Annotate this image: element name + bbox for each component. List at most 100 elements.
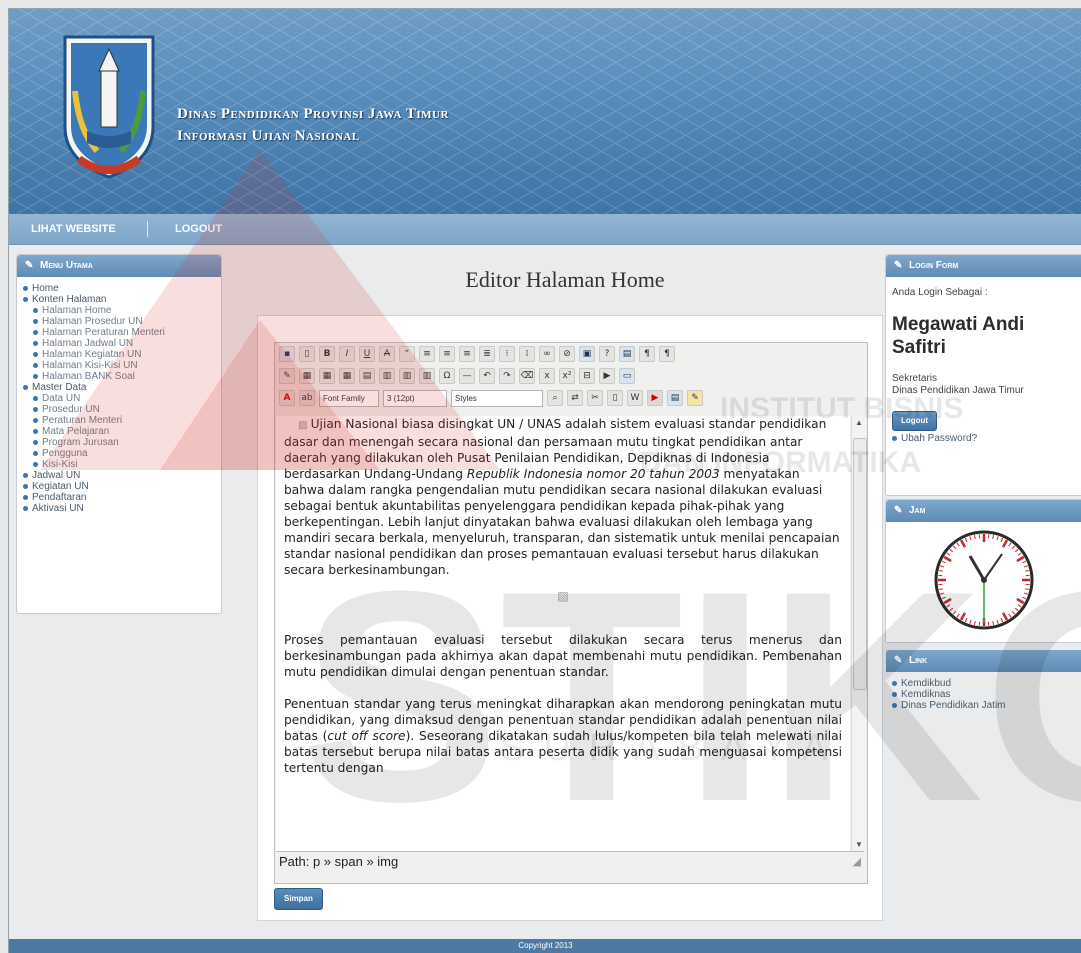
- page-title: Editor Halaman Home: [249, 267, 881, 293]
- cleanup-icon[interactable]: ⌫: [519, 368, 535, 384]
- font-family-select[interactable]: Font Family: [319, 390, 379, 407]
- html-icon[interactable]: ▤: [667, 390, 683, 406]
- menu-item[interactable]: Pengguna: [33, 448, 221, 459]
- row-props-icon[interactable]: ▦: [319, 368, 335, 384]
- save-icon[interactable]: ▪: [279, 346, 295, 362]
- menu-item[interactable]: Halaman Peraturan Menteri: [33, 327, 221, 338]
- bold-icon[interactable]: B: [319, 346, 335, 362]
- paragraph-3-italic: cut off score: [327, 729, 405, 743]
- menu-item[interactable]: Halaman Prosedur UN: [33, 316, 221, 327]
- cell-props-icon[interactable]: ▦: [339, 368, 355, 384]
- superscript-icon[interactable]: x²: [559, 368, 575, 384]
- paste-text-icon[interactable]: ▯: [607, 390, 623, 406]
- link-item[interactable]: Dinas Pendidikan Jatim: [892, 700, 1081, 711]
- site-footer: Copyright 2013: [9, 939, 1081, 953]
- main-menu-title: ✎Menu Utama: [17, 255, 221, 277]
- ltr-icon[interactable]: ¶: [639, 346, 655, 362]
- scroll-thumb[interactable]: [853, 438, 867, 690]
- site-title: Dinas Pendidikan Provinsi Jawa Timur Inf…: [177, 103, 449, 147]
- nav-lihat-website[interactable]: LIHAT WEBSITE: [31, 223, 116, 235]
- align-left-icon[interactable]: ≡: [419, 346, 435, 362]
- logout-button[interactable]: Logout: [892, 411, 937, 431]
- scroll-up-arrow-icon[interactable]: ▲: [855, 418, 863, 427]
- table-icon[interactable]: ▦: [299, 368, 315, 384]
- menu-item[interactable]: Jadwal UN: [23, 470, 221, 481]
- bullet-list-icon[interactable]: ⁝: [499, 346, 515, 362]
- preview-icon[interactable]: ▭: [619, 368, 635, 384]
- editor-content-area[interactable]: ▧ Ujian Nasional biasa disingkat UN / UN…: [276, 416, 850, 851]
- menu-item[interactable]: Aktivasi UN: [23, 503, 221, 514]
- template-icon[interactable]: ▤: [619, 346, 635, 362]
- rtl-icon[interactable]: ¶: [659, 346, 675, 362]
- nav-logout[interactable]: LOGOUT: [175, 223, 222, 235]
- menu-item[interactable]: Home: [23, 283, 221, 294]
- insert-row-icon[interactable]: ▤: [359, 368, 375, 384]
- link-item[interactable]: Kemdiknas: [892, 689, 1081, 700]
- menu-item[interactable]: Halaman BANK Soal: [33, 371, 221, 382]
- resize-handle-icon[interactable]: ◢: [853, 852, 861, 872]
- menu-item[interactable]: Halaman Home: [33, 305, 221, 316]
- menu-item[interactable]: Halaman Jadwal UN: [33, 338, 221, 349]
- special-char-icon[interactable]: Ω: [439, 368, 455, 384]
- menu-item[interactable]: Kisi-Kisi: [33, 459, 221, 470]
- blockquote-icon[interactable]: “: [399, 346, 415, 362]
- paste-word-icon[interactable]: W: [627, 390, 643, 406]
- image-icon[interactable]: ▣: [579, 346, 595, 362]
- editor-path-bar: Path: p » span » img ◢: [276, 851, 864, 871]
- horizontal-rule-icon[interactable]: —: [459, 368, 475, 384]
- cut-icon[interactable]: ✂: [587, 390, 603, 406]
- styles-select[interactable]: Styles: [451, 390, 543, 407]
- change-password-link[interactable]: Ubah Password?: [892, 433, 1081, 444]
- font-size-select[interactable]: 3 (12pt): [383, 390, 447, 407]
- align-right-icon[interactable]: ≡: [459, 346, 475, 362]
- menu-item[interactable]: Prosedur UN: [33, 404, 221, 415]
- undo-icon[interactable]: ↶: [479, 368, 495, 384]
- text-color-icon[interactable]: A: [279, 390, 295, 406]
- help-icon[interactable]: ?: [599, 346, 615, 362]
- menu-item[interactable]: Master Data: [23, 382, 221, 393]
- pencil-icon[interactable]: ✎: [687, 390, 703, 406]
- numbered-list-icon[interactable]: ⁞: [519, 346, 535, 362]
- main-menu-title-text: Menu Utama: [40, 260, 93, 271]
- align-center-icon[interactable]: ≡: [439, 346, 455, 362]
- subscript-icon[interactable]: x: [539, 368, 555, 384]
- editor-container: ▪ ▯ B I U A “ ≡ ≡ ≡ ≣ ⁝ ⁞ ∞ ⊘ ▣ ?: [257, 315, 883, 921]
- main-menu-list: HomeKonten HalamanHalaman HomeHalaman Pr…: [23, 283, 221, 514]
- menu-item[interactable]: Peraturan Menteri: [33, 415, 221, 426]
- strikethrough-icon[interactable]: A: [379, 346, 395, 362]
- scroll-down-arrow-icon[interactable]: ▼: [855, 840, 863, 849]
- menu-item[interactable]: Program Jurusan: [33, 437, 221, 448]
- page-break-icon[interactable]: ⊟: [579, 368, 595, 384]
- underline-icon[interactable]: U: [359, 346, 375, 362]
- edit-source-icon[interactable]: ✎: [279, 368, 295, 384]
- menu-item[interactable]: Konten Halaman: [23, 294, 221, 305]
- align-justify-icon[interactable]: ≣: [479, 346, 495, 362]
- menu-item[interactable]: Halaman Kisi-Kisi UN: [33, 360, 221, 371]
- menu-item[interactable]: Mata Pelajaran: [33, 426, 221, 437]
- new-document-icon[interactable]: ▯: [299, 346, 315, 362]
- top-nav: LIHAT WEBSITE LOGOUT: [9, 214, 1081, 245]
- footer-text: Copyright 2013: [518, 941, 572, 950]
- site-title-line1: Dinas Pendidikan Provinsi Jawa Timur: [177, 103, 449, 125]
- link-icon[interactable]: ∞: [539, 346, 555, 362]
- find-icon[interactable]: ⌕: [547, 390, 563, 406]
- menu-item[interactable]: Pendaftaran: [23, 492, 221, 503]
- editor-toolbar-row-2: ✎ ▦ ▦ ▦ ▤ ▥ ▥ ▥ Ω — ↶ ↷ ⌫ x x² ⊟ ▶: [279, 367, 635, 385]
- italic-icon[interactable]: I: [339, 346, 355, 362]
- replace-icon[interactable]: ⇄: [567, 390, 583, 406]
- menu-item[interactable]: Halaman Kegiatan UN: [33, 349, 221, 360]
- save-button[interactable]: Simpan: [274, 888, 323, 910]
- menu-item[interactable]: Data UN: [33, 393, 221, 404]
- merge-cells-icon[interactable]: ▥: [399, 368, 415, 384]
- menu-item[interactable]: Kegiatan UN: [23, 481, 221, 492]
- youtube-icon[interactable]: ▶: [647, 390, 663, 406]
- media-icon[interactable]: ▶: [599, 368, 615, 384]
- link-item[interactable]: Kemdikbud: [892, 678, 1081, 689]
- user-office: Dinas Pendidikan Jawa Timur: [892, 385, 1080, 397]
- split-cells-icon[interactable]: ▥: [419, 368, 435, 384]
- redo-icon[interactable]: ↷: [499, 368, 515, 384]
- editor-scrollbar[interactable]: ▲ ▼: [851, 416, 866, 851]
- highlight-color-icon[interactable]: ab: [299, 390, 315, 406]
- subscript-table-icon[interactable]: ▥: [379, 368, 395, 384]
- unlink-icon[interactable]: ⊘: [559, 346, 575, 362]
